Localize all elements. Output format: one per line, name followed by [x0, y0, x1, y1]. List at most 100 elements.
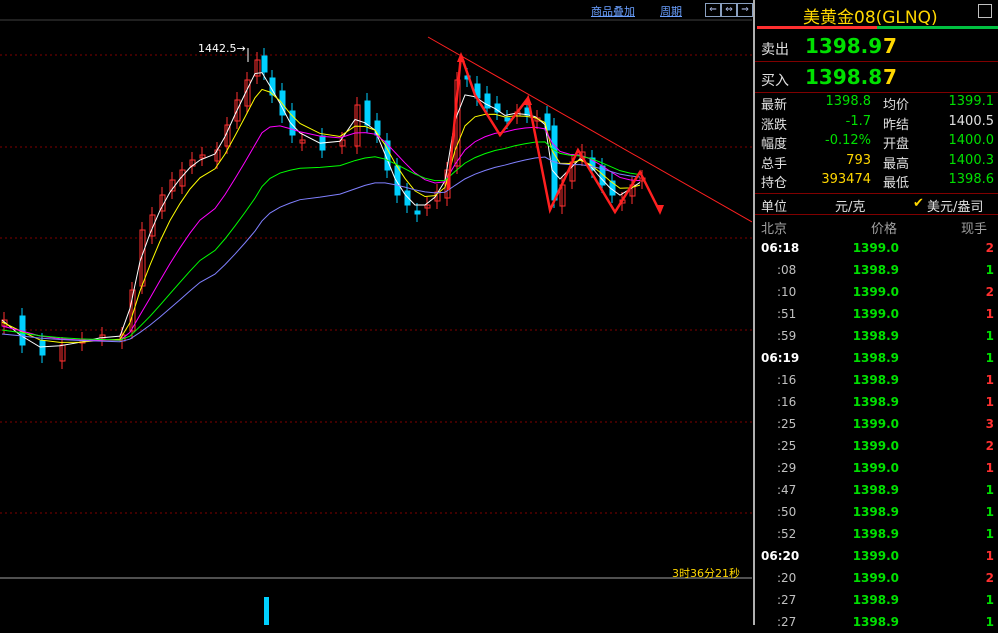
ma40-line	[1, 141, 641, 341]
kline-chart-area[interactable]: 商品叠加 周期 ⇐ ⇔ ⇒ 1442.5→ 3时36分21秒	[0, 0, 753, 625]
candle	[504, 117, 511, 122]
qty-header: 现手	[961, 222, 988, 237]
trade-time: :47	[777, 483, 797, 497]
ma20-line	[1, 125, 641, 341]
trade-qty: 1	[985, 373, 994, 387]
stat-value: 1398.6	[948, 172, 995, 187]
unit-label: 单位	[761, 200, 788, 215]
bar-countdown: 3时36分21秒	[672, 567, 740, 580]
unit-yuan-gram[interactable]: 元/克	[835, 196, 865, 215]
trade-qty: 1	[985, 593, 994, 607]
trade-time: :25	[777, 417, 797, 431]
scroll-left-button[interactable]: ⇐	[705, 3, 721, 17]
trade-qty: 1	[985, 263, 994, 277]
trade-row[interactable]: 06:18 1399.0 2	[755, 237, 998, 259]
candle	[39, 340, 46, 356]
trade-price: 1398.9	[852, 527, 899, 541]
kline-chart[interactable]	[0, 0, 752, 625]
trade-time: :27	[777, 615, 797, 629]
trade-time: :52	[777, 527, 797, 541]
scroll-right-button[interactable]: ⇒	[737, 3, 753, 17]
trade-row[interactable]: :27 1398.9 1	[755, 589, 998, 611]
trade-time: :50	[777, 505, 797, 519]
trade-price: 1399.0	[852, 461, 899, 475]
trade-qty: 2	[985, 571, 994, 585]
panel-menu-button[interactable]	[978, 4, 992, 18]
stat-label: 最新	[761, 98, 788, 113]
stat-value: 393474	[821, 172, 871, 187]
trade-qty: 1	[985, 527, 994, 541]
trade-qty: 3	[985, 417, 994, 431]
stat-label: 持仓	[761, 176, 788, 191]
stat-value: 1398.8	[825, 94, 872, 109]
trade-row[interactable]: :10 1399.0 2	[755, 281, 998, 303]
trade-row[interactable]: :51 1399.0 1	[755, 303, 998, 325]
trade-price: 1399.0	[852, 549, 899, 563]
ask-row: 卖出 1398.9 7	[755, 31, 998, 61]
trade-time: :16	[777, 373, 797, 387]
overlay-link[interactable]: 商品叠加	[591, 3, 635, 19]
trade-price: 1399.0	[852, 417, 899, 431]
unit-row: 单位 元/克 ✔ 美元/盎司	[755, 194, 998, 215]
trade-qty: 1	[985, 395, 994, 409]
ask-label: 卖出	[761, 42, 789, 58]
time-header: 北京	[761, 222, 788, 237]
panel-title-bar: 美黄金08(GLNQ)	[755, 0, 998, 28]
bid-label: 买入	[761, 73, 789, 89]
zoom-button[interactable]: ⇔	[721, 3, 737, 17]
period-link[interactable]: 周期	[660, 3, 682, 19]
candle	[261, 55, 268, 73]
trade-row[interactable]: :25 1399.0 2	[755, 435, 998, 457]
buy-strength-bar	[877, 26, 998, 29]
trade-price: 1399.0	[852, 241, 899, 255]
stat-label: 开盘	[883, 137, 910, 152]
trade-price: 1398.9	[852, 373, 899, 387]
stat-value: -1.7	[845, 113, 871, 129]
trade-row[interactable]: :59 1398.9 1	[755, 325, 998, 347]
trade-row[interactable]: :52 1398.9 1	[755, 523, 998, 545]
unit-usd-oz[interactable]: 美元/盎司	[927, 196, 983, 215]
divider	[755, 92, 998, 93]
stat-value: 1399.1	[948, 94, 995, 109]
stat-label: 最低	[883, 176, 910, 191]
stat-value: 1400.0	[948, 133, 995, 148]
trade-price: 1398.9	[852, 395, 899, 409]
stat-label: 涨跌	[761, 117, 788, 133]
trade-row[interactable]: :16 1398.9 1	[755, 369, 998, 391]
bid-qty: 7	[883, 65, 897, 89]
trade-price: 1398.9	[852, 263, 899, 277]
trade-qty: 2	[985, 439, 994, 453]
trade-row[interactable]: :25 1399.0 3	[755, 413, 998, 435]
trade-row[interactable]: :16 1398.9 1	[755, 391, 998, 413]
candle	[404, 190, 411, 206]
trade-time: :29	[777, 461, 797, 475]
trade-price: 1398.9	[852, 329, 899, 343]
trade-price: 1398.9	[852, 351, 899, 365]
bid-price: 1398.8	[805, 65, 883, 89]
trade-price: 1399.0	[852, 439, 899, 453]
trade-qty: 2	[985, 241, 994, 255]
stat-label: 均价	[883, 98, 910, 113]
arrow-head	[656, 205, 664, 215]
stat-value: 1400.3	[948, 152, 995, 168]
trade-row[interactable]: :50 1398.9 1	[755, 501, 998, 523]
trade-qty: 1	[985, 307, 994, 321]
trade-row[interactable]: 06:20 1399.0 1	[755, 545, 998, 567]
ma10-line	[1, 88, 641, 343]
volume-bar	[264, 597, 269, 625]
trade-time: :27	[777, 593, 797, 607]
trade-row[interactable]: :29 1399.0 1	[755, 457, 998, 479]
trade-price: 1398.9	[852, 483, 899, 497]
trade-price: 1398.9	[852, 505, 899, 519]
stat-value: 793	[846, 152, 871, 168]
trade-qty: 1	[985, 351, 994, 365]
trade-row[interactable]: :27 1398.9 1	[755, 611, 998, 633]
sell-strength-bar	[757, 26, 877, 29]
trade-row[interactable]: :08 1398.9 1	[755, 259, 998, 281]
trade-qty: 1	[985, 615, 994, 629]
trade-row[interactable]: :47 1398.9 1	[755, 479, 998, 501]
trade-row[interactable]: :20 1399.0 2	[755, 567, 998, 589]
trade-row[interactable]: 06:19 1398.9 1	[755, 347, 998, 369]
trade-qty: 1	[985, 329, 994, 343]
trade-time: :16	[777, 395, 797, 409]
